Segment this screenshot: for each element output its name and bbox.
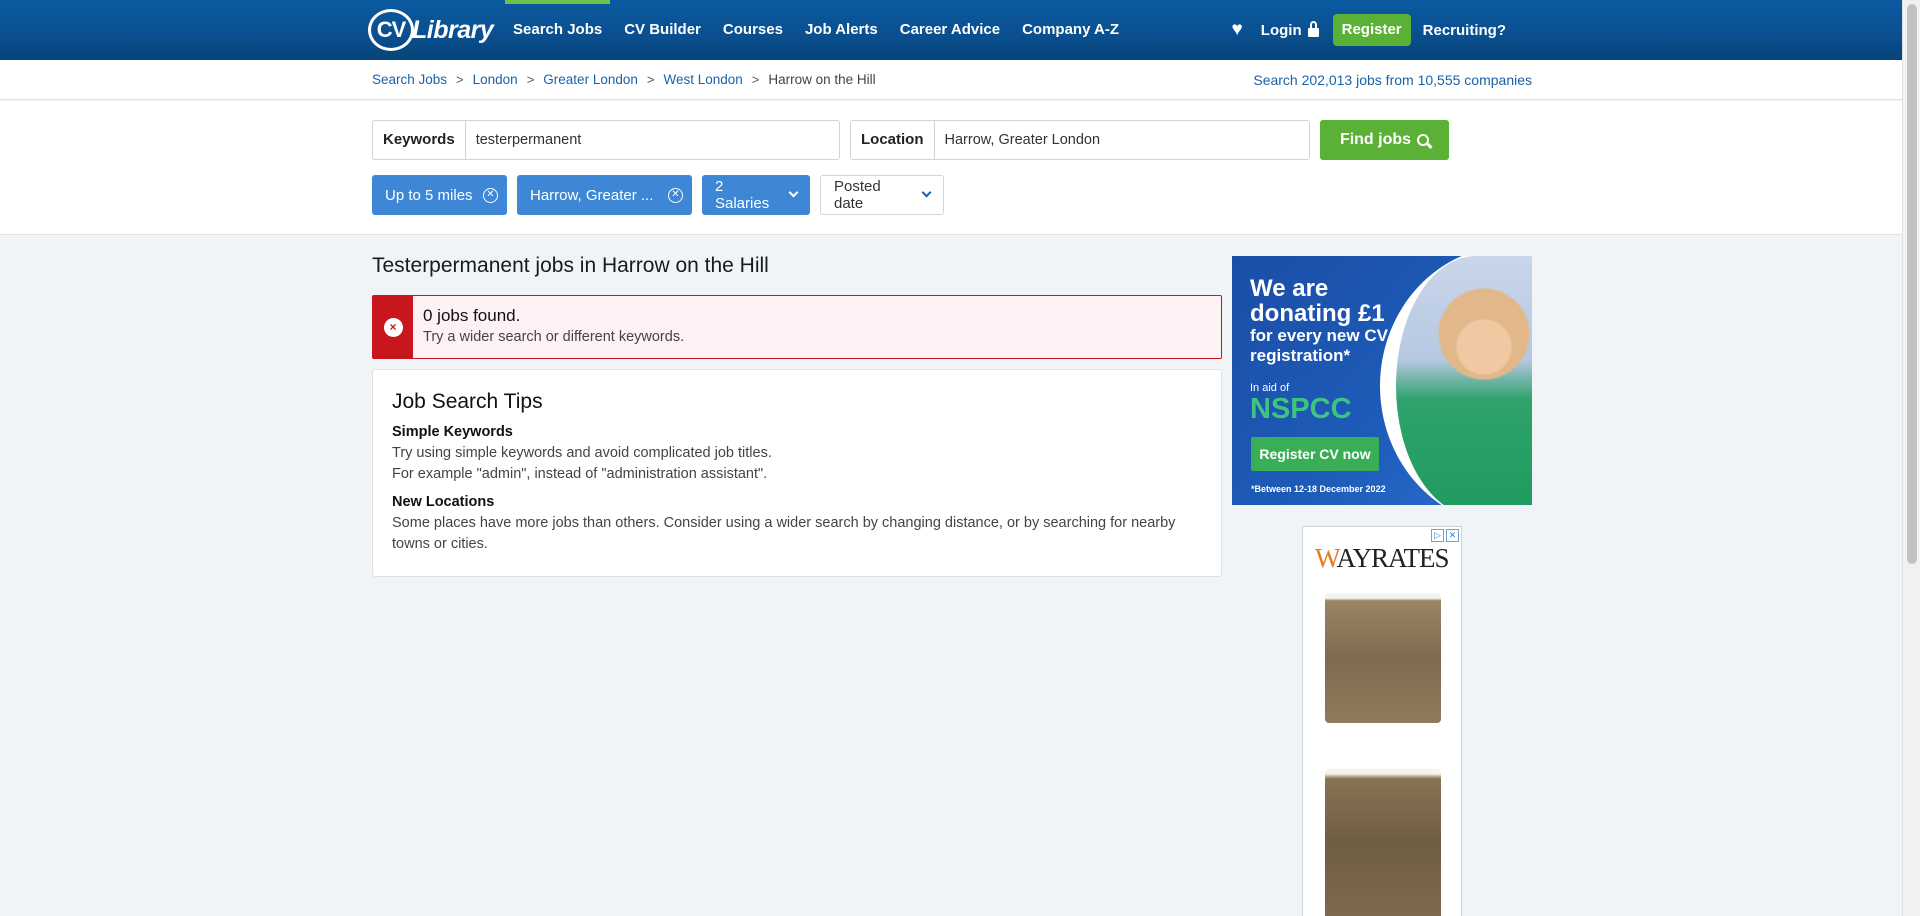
tip-simple-keywords: Simple Keywords Try using simple keyword… — [392, 424, 1202, 485]
salaries-filter[interactable]: 2 Salaries — [702, 175, 810, 215]
chevron-down-icon — [788, 187, 799, 197]
keywords-field: Keywords — [372, 120, 840, 160]
ad-line2: donating £1 — [1250, 300, 1385, 327]
wayrates-ad[interactable]: ▷ ✕ WAYRATES — [1302, 526, 1462, 916]
stats-companies-link[interactable]: companies — [1464, 72, 1532, 88]
no-results-alert: × 0 jobs found. Try a wider search or di… — [372, 295, 1222, 359]
tip-text: Some places have more jobs than others. … — [392, 515, 1176, 552]
logo-w: W — [1315, 543, 1337, 573]
breadcrumb-london[interactable]: London — [473, 72, 518, 87]
product-image-sweater[interactable] — [1325, 593, 1441, 723]
main-nav: Search Jobs CV Builder Courses Job Alert… — [502, 0, 1130, 60]
tip-heading: New Locations — [392, 494, 495, 510]
nav-courses[interactable]: Courses — [712, 0, 794, 60]
remove-location-icon[interactable]: ✕ — [668, 187, 683, 203]
distance-filter[interactable]: Up to 5 miles ✕ — [372, 175, 507, 215]
breadcrumb-bar: Search Jobs > London > Greater London > … — [0, 60, 1902, 100]
location-filter-label: Harrow, Greater ... — [530, 186, 654, 204]
logo-cv-mark: CV — [368, 9, 414, 51]
scrollbar-thumb[interactable] — [1907, 4, 1917, 564]
alert-side: × — [373, 296, 413, 358]
nav-job-alerts[interactable]: Job Alerts — [794, 0, 889, 60]
ad-choices: ▷ ✕ — [1431, 529, 1459, 542]
lock-icon — [1307, 20, 1319, 37]
breadcrumb-west-london[interactable]: West London — [663, 72, 742, 87]
alert-subtitle: Try a wider search or different keywords… — [423, 329, 685, 345]
tip-new-locations: New Locations Some places have more jobs… — [392, 494, 1202, 555]
breadcrumb-current: Harrow on the Hill — [768, 72, 876, 87]
distance-filter-label: Up to 5 miles — [385, 186, 473, 204]
nav-cv-builder[interactable]: CV Builder — [613, 0, 712, 60]
logo-library-text: Library — [412, 15, 494, 44]
find-jobs-label: Find jobs — [1339, 131, 1412, 148]
tips-title: Job Search Tips — [392, 390, 543, 413]
nspcc-logo: NSPCC — [1250, 393, 1352, 425]
page-title: Testerpermanent jobs in Harrow on the Hi… — [372, 254, 769, 277]
breadcrumb: Search Jobs > London > Greater London > … — [372, 72, 876, 87]
register-cv-button[interactable]: Register CV now — [1251, 437, 1379, 471]
heart-icon[interactable]: ♥ — [1232, 19, 1243, 41]
ad-info-icon[interactable]: ▷ — [1431, 529, 1444, 542]
ad-text: We are donating £1 for every new CV regi… — [1250, 276, 1388, 424]
breadcrumb-separator: > — [646, 72, 655, 87]
nav-search-jobs[interactable]: Search Jobs — [502, 0, 613, 60]
location-label: Location — [851, 121, 935, 159]
find-jobs-button[interactable]: Find jobs — [1320, 120, 1449, 160]
stats-jobs-link[interactable]: 202,013 jobs — [1302, 72, 1382, 88]
ad-line1: We are — [1250, 275, 1329, 302]
alert-body: 0 jobs found. Try a wider search or diff… — [413, 296, 694, 358]
ad-line4: registration* — [1250, 346, 1351, 365]
breadcrumb-separator: > — [456, 72, 464, 87]
nav-company-a-z[interactable]: Company A-Z — [1011, 0, 1130, 60]
location-input[interactable] — [934, 121, 1309, 159]
breadcrumb-separator: > — [751, 72, 760, 87]
login-label: Login — [1260, 21, 1302, 39]
search-stats: Search 202,013 jobs from 10,555 companie… — [1253, 72, 1532, 88]
job-search-tips: Job Search Tips Simple Keywords Try usin… — [372, 369, 1222, 577]
salaries-filter-label: 2 Salaries — [715, 178, 770, 212]
login-link[interactable]: Login — [1260, 20, 1319, 39]
tip-heading: Simple Keywords — [392, 424, 513, 440]
search-panel: Keywords Location Find jobs Up to 5 mile… — [0, 101, 1902, 235]
keywords-input[interactable] — [465, 121, 839, 159]
breadcrumb-separator: > — [526, 72, 535, 87]
breadcrumb-greater-london[interactable]: Greater London — [543, 72, 638, 87]
page-scrollbar[interactable] — [1902, 0, 1920, 916]
stats-middle: from 10,555 — [1381, 72, 1465, 88]
remove-distance-icon[interactable]: ✕ — [483, 187, 498, 203]
posted-date-label: Posted date — [834, 178, 881, 212]
logo-rest: AYRATES — [1336, 543, 1450, 573]
ad-close-icon[interactable]: ✕ — [1446, 529, 1459, 542]
ad-footnote: *Between 12-18 December 2022 — [1251, 484, 1386, 494]
posted-date-filter[interactable]: Posted date — [820, 175, 944, 215]
account-nav: ♥ Login Register Recruiting? — [1232, 0, 1506, 60]
register-button[interactable]: Register — [1332, 14, 1411, 46]
wayrates-logo: WAYRATES — [1315, 543, 1450, 574]
cv-library-logo[interactable]: CV Library — [368, 8, 494, 52]
alert-title: 0 jobs found. — [423, 306, 521, 325]
nav-career-advice[interactable]: Career Advice — [889, 0, 1011, 60]
product-image-hoodie[interactable] — [1325, 769, 1441, 916]
stats-prefix: Search — [1253, 72, 1302, 88]
tip-text: For example "admin", instead of "adminis… — [392, 466, 768, 482]
location-filter[interactable]: Harrow, Greater ... ✕ — [517, 175, 692, 215]
tip-text: Try using simple keywords and avoid comp… — [392, 445, 772, 461]
ad-line3: for every new CV — [1250, 326, 1388, 345]
search-icon — [1417, 134, 1430, 146]
chevron-down-icon — [921, 187, 932, 197]
site-header: CV Library Search Jobs CV Builder Course… — [0, 0, 1902, 60]
location-field: Location — [850, 120, 1310, 160]
breadcrumb-search-jobs[interactable]: Search Jobs — [372, 72, 447, 87]
keywords-label: Keywords — [373, 121, 466, 159]
recruiting-link[interactable]: Recruiting? — [1423, 22, 1506, 39]
error-icon: × — [383, 317, 403, 337]
nspcc-ad-banner[interactable]: We are donating £1 for every new CV regi… — [1232, 256, 1532, 505]
